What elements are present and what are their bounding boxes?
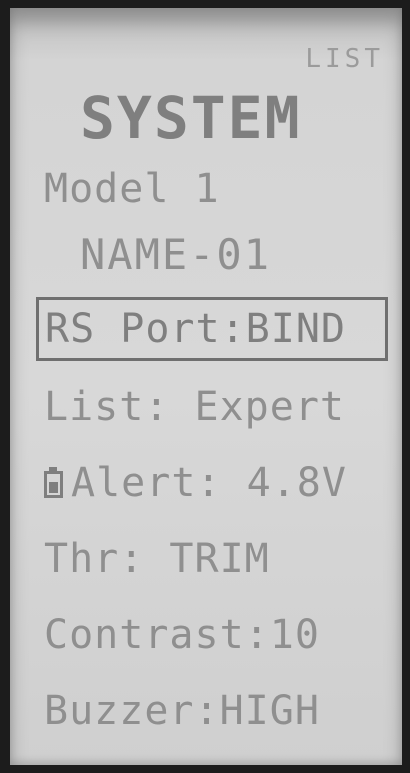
model-label: Model 1 [44,166,220,212]
menu-item-label: Thr: TRIM [44,536,270,582]
menu-item-throttle[interactable]: Thr: TRIM [44,536,270,582]
menu-item-label: RS Port:BIND [45,306,346,352]
page-title: SYSTEM [80,84,302,152]
menu-item-label: List: Expert [44,384,345,430]
battery-icon [44,467,63,498]
menu-item-list[interactable]: List: Expert [44,384,345,430]
lcd-screen: LIST SYSTEM Model 1 NAME-01 RS Port:BIND… [10,8,402,765]
menu-item-alert[interactable]: Alert: 4.8V [44,460,347,506]
menu-item-label: Contrast:10 [44,612,320,658]
list-tag[interactable]: LIST [305,44,384,74]
model-name: NAME-01 [80,230,272,279]
menu-item-contrast[interactable]: Contrast:10 [44,612,320,658]
menu-item-buzzer[interactable]: Buzzer:HIGH [44,688,320,734]
menu-item-rs-port[interactable]: RS Port:BIND [36,297,388,361]
menu-item-label: Buzzer:HIGH [44,688,320,734]
menu-item-label: Alert: 4.8V [71,460,347,506]
